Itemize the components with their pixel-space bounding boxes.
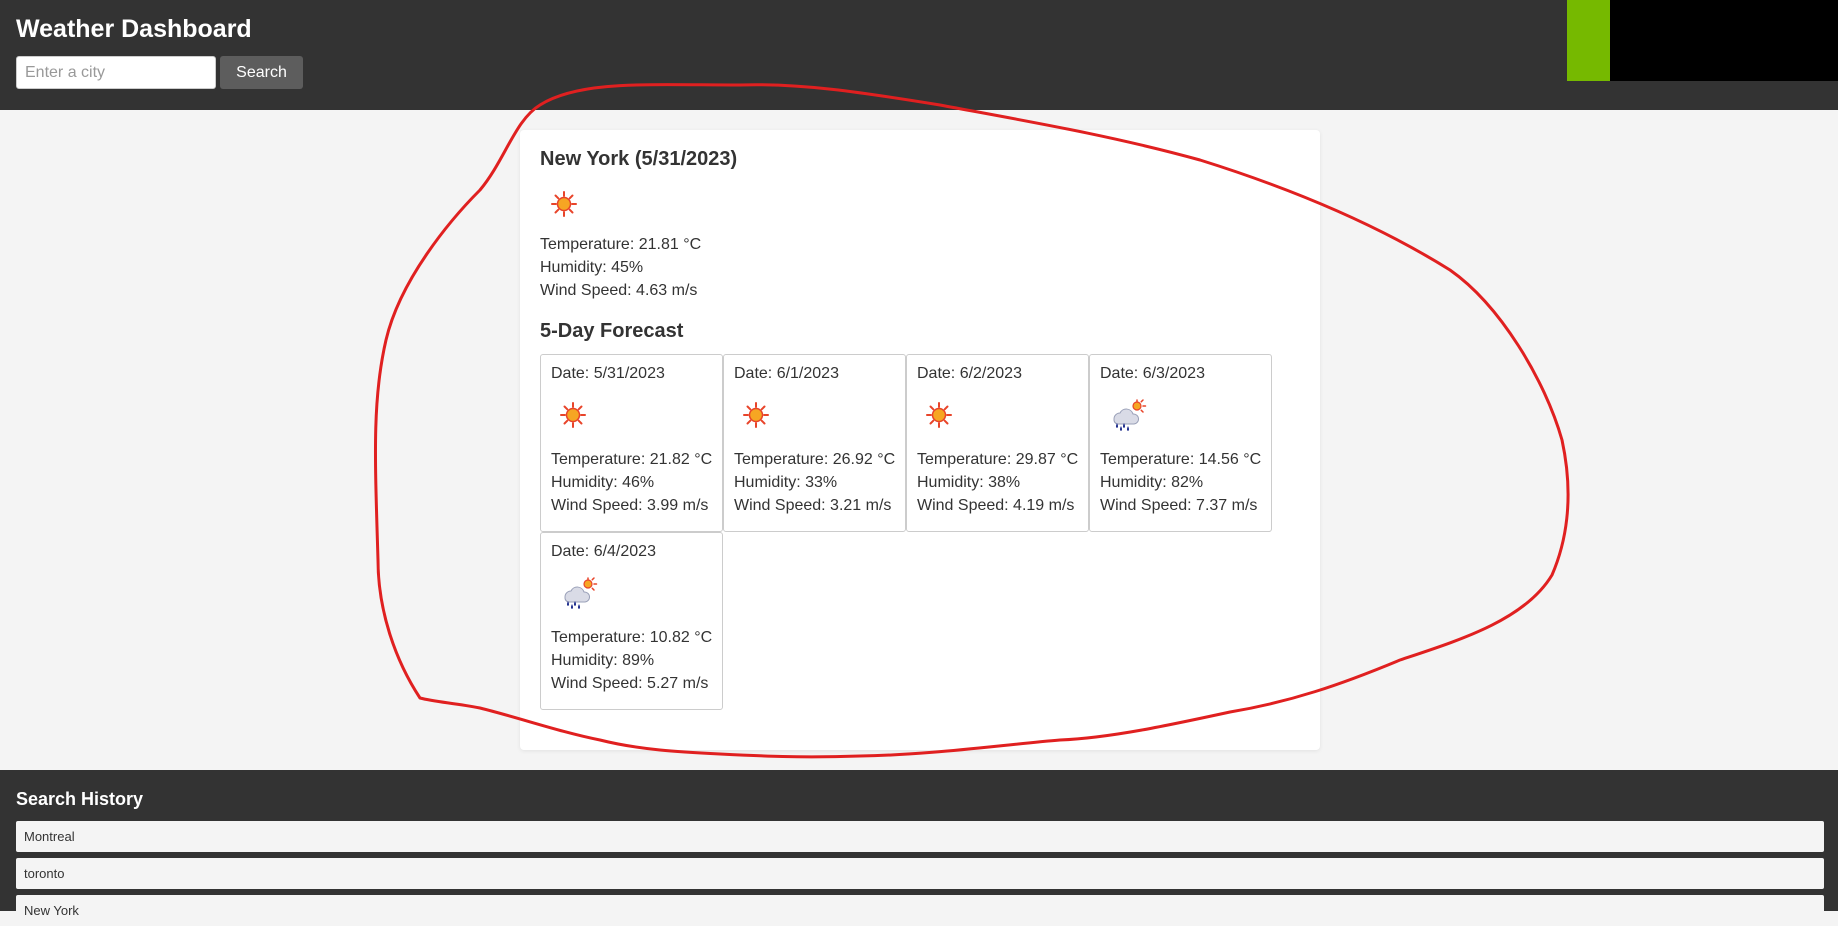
forecast-wind-speed: Wind Speed: 5.27 m/s xyxy=(551,675,709,692)
search-button[interactable]: Search xyxy=(220,56,303,89)
forecast-temperature: Temperature: 14.56 °C xyxy=(1100,451,1262,468)
sun-icon xyxy=(743,402,769,428)
forecast-card: Date: 6/3/2023 Temperature: 14.56 °C Hum… xyxy=(1089,354,1272,532)
forecast-date: Date: 6/2/2023 xyxy=(917,365,1022,382)
forecast-card: Date: 6/1/2023 Temperature: 26.92 °C Hum… xyxy=(723,354,906,532)
current-city-title: New York (5/31/2023) xyxy=(540,148,738,170)
sun-icon xyxy=(551,191,577,217)
search-history-title: Search History xyxy=(16,789,144,809)
app-title: Weather Dashboard xyxy=(16,15,252,43)
forecast-humidity: Humidity: 89% xyxy=(551,652,655,669)
forecast-humidity: Humidity: 33% xyxy=(734,474,838,491)
forecast-card: Date: 6/2/2023 Temperature: 29.87 °C Hum… xyxy=(906,354,1089,532)
sun-icon xyxy=(560,402,586,428)
forecast-card: Date: 5/31/2023 Temperature: 21.82 °C Hu… xyxy=(540,354,723,532)
green-block xyxy=(1567,0,1610,81)
weather-card: New York (5/31/2023) Temperature: 21.81 … xyxy=(520,130,1320,750)
history-item[interactable]: Montreal xyxy=(16,821,1824,852)
city-search-input[interactable] xyxy=(16,56,216,89)
sun-icon xyxy=(926,402,952,428)
search-history: Search History Montreal toronto New York xyxy=(0,770,1838,926)
forecast-wind-speed: Wind Speed: 3.99 m/s xyxy=(551,497,709,514)
current-wind-speed: Wind Speed: 4.63 m/s xyxy=(540,282,698,299)
forecast-title: 5-Day Forecast xyxy=(540,320,684,342)
forecast-humidity: Humidity: 82% xyxy=(1100,474,1204,491)
current-temperature: Temperature: 21.81 °C xyxy=(540,236,702,253)
forecast-wind-speed: Wind Speed: 7.37 m/s xyxy=(1100,497,1258,514)
forecast-temperature: Temperature: 29.87 °C xyxy=(917,451,1079,468)
rain-cloud-sun-icon xyxy=(564,577,598,609)
history-item[interactable]: toronto xyxy=(16,858,1824,889)
forecast-card: Date: 6/4/2023 Temperature: 10.82 °C Hum… xyxy=(540,532,723,710)
forecast-date: Date: 6/4/2023 xyxy=(551,543,656,560)
forecast-temperature: Temperature: 26.92 °C xyxy=(734,451,896,468)
current-humidity: Humidity: 45% xyxy=(540,259,644,276)
rain-cloud-sun-icon xyxy=(1113,399,1147,431)
black-block xyxy=(1610,0,1838,81)
forecast-date: Date: 6/1/2023 xyxy=(734,365,839,382)
forecast-humidity: Humidity: 38% xyxy=(917,474,1021,491)
app-header: Weather Dashboard Search xyxy=(0,0,1838,110)
forecast-wind-speed: Wind Speed: 4.19 m/s xyxy=(917,497,1075,514)
forecast-date: Date: 6/3/2023 xyxy=(1100,365,1205,382)
forecast-date: Date: 5/31/2023 xyxy=(551,365,665,382)
forecast-temperature: Temperature: 21.82 °C xyxy=(551,451,713,468)
forecast-temperature: Temperature: 10.82 °C xyxy=(551,629,713,646)
forecast-humidity: Humidity: 46% xyxy=(551,474,655,491)
forecast-wind-speed: Wind Speed: 3.21 m/s xyxy=(734,497,892,514)
